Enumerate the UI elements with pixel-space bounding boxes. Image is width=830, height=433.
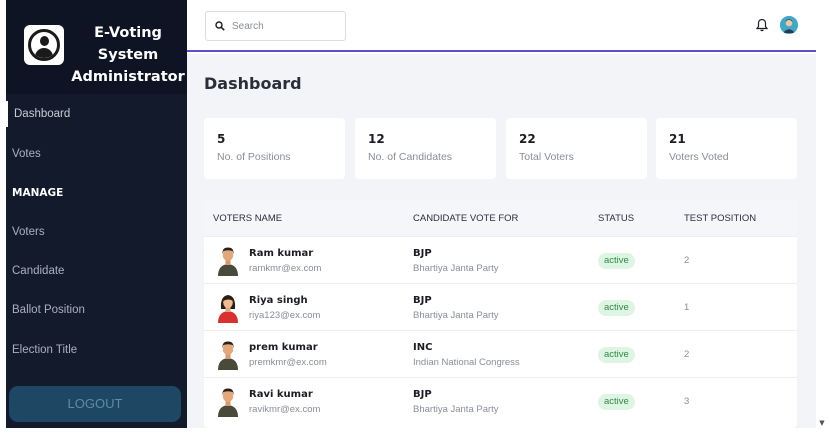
party-code: BJP [413,389,432,400]
male-avatar-icon [218,247,238,276]
stat-card-total-voters: 22 Total Voters [506,118,647,179]
table-row[interactable]: Ram kumar ramkmr@ex.com BJP Bhartiya Jan… [204,236,797,283]
stat-card-positions: 5 No. of Positions [204,118,345,179]
page-title: Dashboard [204,74,302,93]
stat-card-voters-voted: 21 Voters Voted [656,118,797,179]
stat-value: 5 [217,132,226,146]
voter-email: riya123@ex.com [249,310,321,321]
bell-icon[interactable] [756,18,768,32]
stat-value: 21 [669,132,686,146]
party-name: Bhartiya Janta Party [413,263,499,274]
party-code: BJP [413,248,432,259]
stat-label: No. of Positions [217,151,291,163]
table-row[interactable]: Riya singh riya123@ex.com BJP Bhartiya J… [204,283,797,330]
voter-name: Ravi kumar [249,389,313,400]
search-input[interactable] [232,17,340,35]
sidebar-item-ballot-position[interactable]: Ballot Position [6,297,187,323]
voter-name: Ram kumar [249,248,314,259]
voter-email: premkmr@ex.com [249,357,327,368]
table-row[interactable]: Ravi kumar ravikmr@ex.com BJP Bhartiya J… [204,377,797,424]
sidebar-item-voters[interactable]: Voters [6,219,187,245]
party-name: Bhartiya Janta Party [413,310,499,321]
sidebar-item-dashboard[interactable]: Dashboard [6,101,187,127]
sidebar-item-votes[interactable]: Votes [6,141,187,167]
status-badge: active [598,253,635,269]
window-bottom-edge [0,428,830,433]
party-code: INC [413,342,433,353]
stat-card-candidates: 12 No. of Candidates [355,118,496,179]
party-name: Indian National Congress [413,357,520,368]
test-position: 2 [684,349,690,360]
sidebar-item-election-title[interactable]: Election Title [6,337,187,363]
column-header-candidate-vote-for[interactable]: CANDIDATE VOTE FOR [413,213,518,224]
party-code: BJP [413,295,432,306]
brand-title: E-Voting System Administrator [71,25,185,85]
male-avatar-icon [218,388,238,417]
voter-name: prem kumar [249,342,318,353]
stat-value: 22 [519,132,536,146]
search-box[interactable] [205,11,346,41]
female-avatar-icon [218,295,238,323]
column-header-voters-name[interactable]: VOTERS NAME [213,213,282,224]
table-row[interactable]: prem kumar premkmr@ex.com INC Indian Nat… [204,330,797,377]
user-profile-icon [24,25,64,65]
top-bar [187,0,816,52]
status-badge: active [598,347,635,363]
test-position: 3 [684,396,690,407]
male-avatar-icon [218,341,238,370]
voter-name: Riya singh [249,295,308,306]
voter-email: ravikmr@ex.com [249,404,321,415]
status-badge: active [598,300,635,316]
stat-label: Voters Voted [669,151,729,163]
sidebar-item-candidate[interactable]: Candidate [6,258,187,284]
stat-label: Total Voters [519,151,574,163]
column-header-status[interactable]: STATUS [598,213,634,224]
sidebar: E-Voting System Administrator Dashboard … [6,0,187,428]
stat-label: No. of Candidates [368,151,453,163]
party-name: Bhartiya Janta Party [413,404,499,415]
stat-value: 12 [368,132,385,146]
avatar[interactable] [780,16,798,34]
status-badge: active [598,394,635,410]
voter-email: ramkmr@ex.com [249,263,322,274]
column-header-test-position[interactable]: TEST POSITION [684,213,756,224]
test-position: 2 [684,255,690,266]
voters-table: VOTERS NAME CANDIDATE VOTE FOR STATUS TE… [204,200,797,428]
brand-header: E-Voting System Administrator [6,0,187,94]
main-content: Dashboard 5 No. of Positions 12 No. of C… [187,54,816,428]
test-position: 1 [684,302,690,313]
search-icon [215,21,225,31]
table-header: VOTERS NAME CANDIDATE VOTE FOR STATUS TE… [204,200,797,236]
logout-button[interactable]: LOGOUT [9,386,181,422]
scroll-down-arrow-icon[interactable]: ▼ [817,418,827,428]
sidebar-section-manage: MANAGE [12,187,64,199]
